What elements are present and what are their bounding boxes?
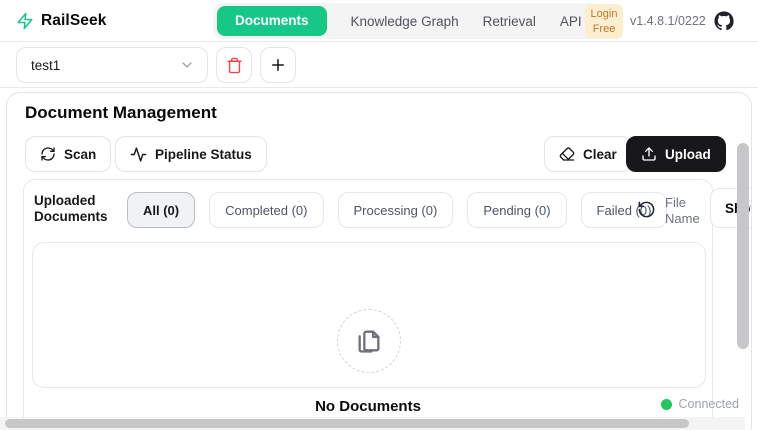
eraser-icon (559, 146, 575, 162)
document-management-card: Document Management Scan Pipeline Status… (6, 92, 752, 430)
tab-processing[interactable]: Processing (0) (338, 192, 454, 228)
version-label: v1.4.8.1/0222 (630, 0, 706, 42)
delete-workspace-button[interactable] (216, 47, 252, 83)
chevron-down-icon (179, 57, 195, 73)
nav-tab-retrieval[interactable]: Retrieval (483, 14, 536, 29)
brand-name: RailSeek (41, 12, 106, 30)
workspace-select[interactable]: test1 (16, 47, 208, 83)
login-badge-line2: Free (593, 22, 616, 36)
zap-icon (16, 12, 34, 30)
nav-tab-api[interactable]: API (560, 14, 582, 29)
horizontal-scrollbar[interactable] (5, 419, 689, 428)
status-filter-tabs: All (0) Completed (0) Processing (0) Pen… (127, 192, 667, 228)
nav-tab-documents[interactable]: Documents (217, 6, 327, 36)
no-documents-message: No Documents (24, 398, 712, 415)
uploaded-documents-label: Uploaded Documents (34, 193, 128, 225)
connected-label: Connected (679, 397, 739, 411)
sort-by-label: File Name (665, 195, 713, 228)
pipeline-status-label: Pipeline Status (155, 147, 252, 162)
workspace-bar: test1 (0, 42, 758, 88)
upload-button[interactable]: Upload (626, 136, 726, 172)
copy-documents-icon (355, 327, 383, 355)
document-list-empty-area (32, 242, 706, 388)
rotate-ccw-icon[interactable] (637, 200, 656, 219)
horizontal-scrollbar-track (0, 417, 745, 430)
add-workspace-button[interactable] (260, 47, 296, 83)
tab-all[interactable]: All (0) (127, 192, 195, 228)
scan-button-label: Scan (64, 147, 96, 162)
trash-icon (226, 57, 243, 74)
sort-label-line1: File (665, 195, 713, 211)
app-window: RailSeek Documents Knowledge Graph Retri… (0, 0, 758, 430)
refresh-icon (40, 146, 56, 162)
uploaded-documents-panel: Uploaded Documents All (0) Completed (0)… (23, 179, 713, 430)
workspace-select-value: test1 (31, 58, 60, 73)
tab-completed[interactable]: Completed (0) (209, 192, 323, 228)
sort-label-line2: Name (665, 211, 713, 227)
upload-icon (641, 146, 657, 162)
login-badge-line1: Login (591, 7, 618, 21)
upload-button-label: Upload (665, 147, 711, 162)
connected-dot-icon (661, 399, 672, 410)
github-icon[interactable] (714, 11, 734, 31)
app-header: RailSeek Documents Knowledge Graph Retri… (0, 0, 758, 42)
plus-icon (269, 56, 287, 74)
uploaded-label-line1: Uploaded (34, 193, 128, 209)
activity-icon (130, 146, 147, 163)
pipeline-status-button[interactable]: Pipeline Status (115, 136, 267, 172)
login-free-badge[interactable]: Login Free (585, 4, 623, 39)
clear-button[interactable]: Clear (544, 136, 632, 172)
brand: RailSeek (16, 0, 106, 42)
uploaded-label-line2: Documents (34, 209, 128, 225)
clear-button-label: Clear (583, 147, 617, 162)
empty-state-circle (337, 309, 401, 373)
tab-pending[interactable]: Pending (0) (467, 192, 566, 228)
main-nav: Documents Knowledge Graph Retrieval API (213, 3, 598, 39)
scan-button[interactable]: Scan (25, 136, 111, 172)
connection-status: Connected (661, 397, 739, 411)
page-title: Document Management (25, 103, 217, 123)
nav-tab-knowledge-graph[interactable]: Knowledge Graph (351, 14, 459, 29)
vertical-scrollbar[interactable] (737, 143, 749, 349)
